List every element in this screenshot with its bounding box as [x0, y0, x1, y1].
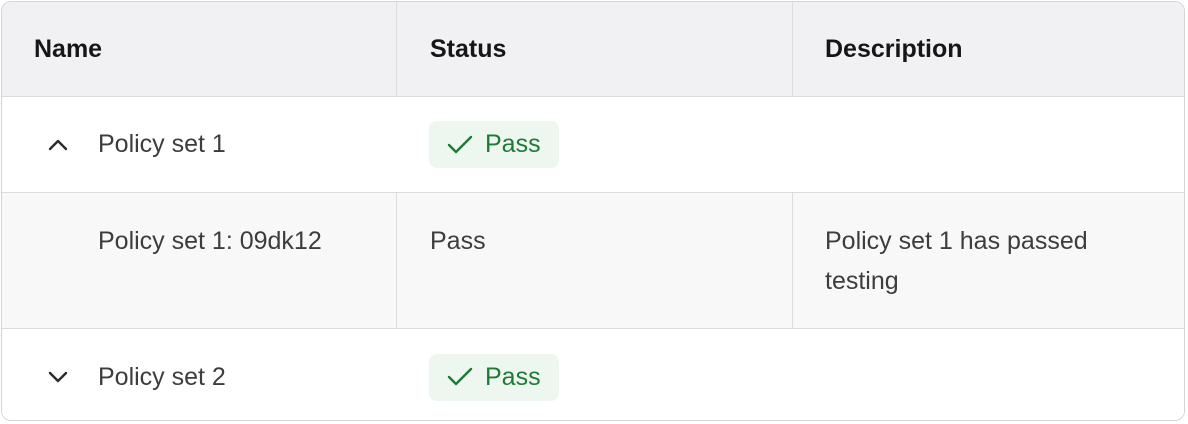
group-name: Policy set 2: [98, 362, 226, 391]
child-name: Policy set 1: 09dk12: [98, 227, 322, 255]
status-label: Pass: [485, 362, 541, 391]
name-cell: Policy set 2: [2, 329, 396, 420]
checkmark-icon: [445, 362, 475, 392]
column-header-name[interactable]: Name: [2, 2, 396, 96]
table-row-group[interactable]: Policy set 2 Pass: [2, 329, 1184, 420]
checkmark-icon: [445, 130, 475, 160]
column-header-status[interactable]: Status: [396, 2, 792, 96]
status-badge: Pass: [429, 121, 559, 168]
column-header-description[interactable]: Description: [792, 2, 1184, 96]
child-status-cell: Pass: [396, 193, 792, 328]
child-name-cell: Policy set 1: 09dk12: [2, 193, 396, 328]
status-label: Pass: [485, 130, 541, 158]
name-cell: Policy set 1: [2, 97, 396, 192]
table-row-child: Policy set 1: 09dk12 Pass Policy set 1 h…: [2, 193, 1184, 329]
policy-table: Name Status Description Policy set 1 Pas…: [1, 1, 1185, 421]
child-status: Pass: [430, 227, 486, 255]
group-name: Policy set 1: [98, 130, 226, 158]
status-badge: Pass: [429, 353, 559, 401]
description-cell: [792, 329, 1184, 420]
status-cell: Pass: [396, 329, 792, 420]
table-header: Name Status Description: [2, 2, 1184, 97]
child-description-cell: Policy set 1 has passed testing: [792, 193, 1184, 328]
chevron-up-icon[interactable]: [44, 131, 72, 159]
description-cell: [792, 97, 1184, 192]
status-cell: Pass: [396, 97, 792, 192]
child-description: Policy set 1 has passed testing: [825, 227, 1088, 295]
chevron-down-icon[interactable]: [44, 363, 72, 391]
table-row-group[interactable]: Policy set 1 Pass: [2, 97, 1184, 193]
